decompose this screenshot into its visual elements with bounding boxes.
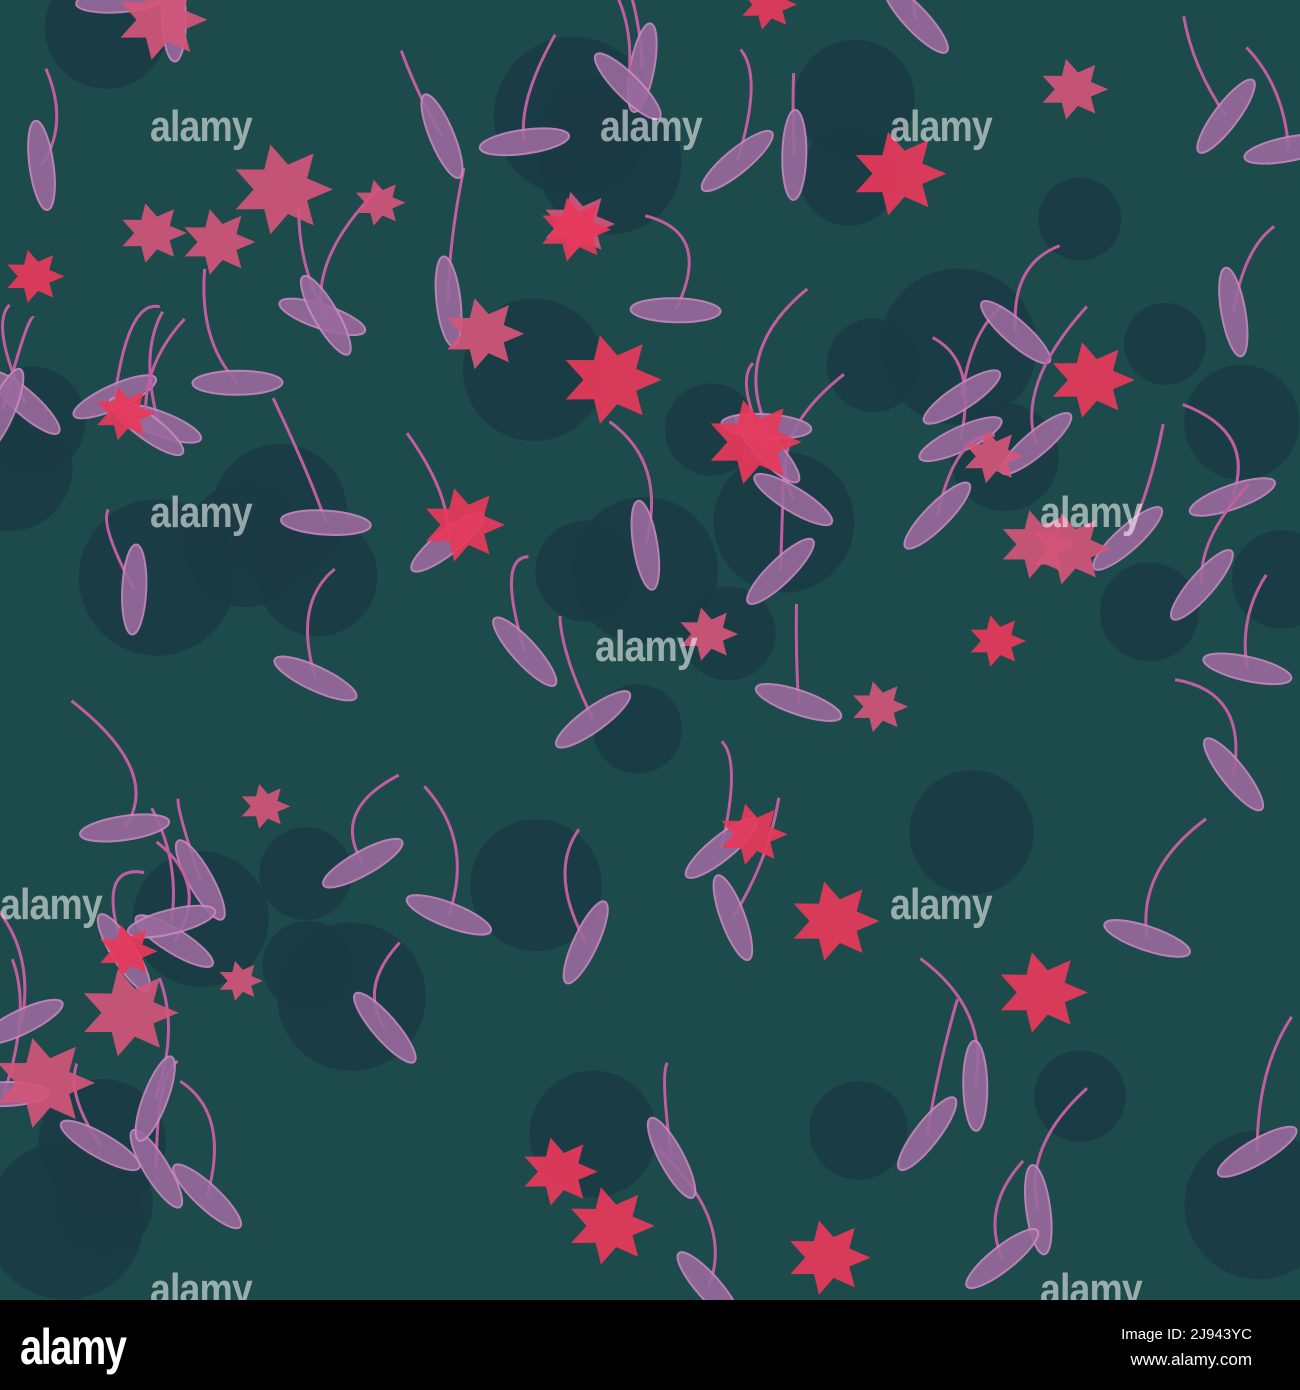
leaf xyxy=(629,297,722,324)
flower xyxy=(1000,952,1088,1033)
watermark: alamy xyxy=(600,102,703,151)
watermark: alamy xyxy=(595,622,698,671)
image-id: Image ID: 2J943YC xyxy=(1121,1326,1252,1343)
stem xyxy=(202,268,239,384)
flower xyxy=(241,783,291,829)
leaf xyxy=(1196,78,1256,154)
leaf xyxy=(1243,133,1300,165)
watermark: alamy xyxy=(1040,488,1143,537)
dark-flower xyxy=(809,1081,908,1180)
dark-flower xyxy=(1184,364,1300,480)
leaf xyxy=(79,813,171,843)
stem xyxy=(70,699,138,829)
stem xyxy=(644,214,691,311)
flower xyxy=(742,0,798,30)
site-url: www.alamy.com xyxy=(1130,1350,1252,1369)
stem xyxy=(794,603,801,703)
flower xyxy=(970,615,1027,667)
leaf xyxy=(1202,652,1293,686)
watermark: alamy xyxy=(0,880,103,929)
dark-flower xyxy=(1232,530,1300,629)
flower xyxy=(571,1187,655,1265)
leaf xyxy=(273,655,358,702)
flower xyxy=(1052,342,1135,418)
flower xyxy=(355,179,406,226)
leaf xyxy=(700,129,774,193)
watermark: alamy xyxy=(890,102,993,151)
dark-flower xyxy=(909,770,1034,895)
stem xyxy=(1245,46,1291,150)
dark-flower xyxy=(535,520,637,622)
flower xyxy=(793,881,880,961)
alamy-logo: alamy xyxy=(20,1319,127,1375)
flower xyxy=(853,681,909,733)
flower xyxy=(184,209,256,275)
dark-flower xyxy=(1124,302,1207,385)
leaf xyxy=(434,255,463,348)
leaf xyxy=(492,616,558,687)
flower xyxy=(235,144,333,235)
leaf xyxy=(191,369,284,396)
leaf xyxy=(676,1251,741,1323)
leaf xyxy=(1218,266,1249,358)
leaf xyxy=(965,1228,1040,1290)
flower xyxy=(790,1220,871,1295)
watermark: alamy xyxy=(150,102,253,151)
stem xyxy=(754,287,809,427)
leaf xyxy=(420,93,464,180)
footer-bar: alamy Image ID: 2J943YC www.alamy.com xyxy=(0,1300,1300,1390)
leaf xyxy=(1203,737,1265,812)
stem xyxy=(1182,16,1228,118)
flower xyxy=(7,249,65,303)
leaf xyxy=(962,1039,989,1132)
leaf xyxy=(903,481,972,550)
stem xyxy=(148,310,164,424)
watermark: alamy xyxy=(150,488,253,537)
stem xyxy=(558,615,595,721)
stem xyxy=(1144,817,1207,939)
floral-pattern-image: alamy alamy alamy alamy alamy alamy alam… xyxy=(0,0,1300,1323)
flower xyxy=(122,203,187,263)
flower xyxy=(1042,58,1109,120)
watermark: alamy xyxy=(890,880,993,929)
